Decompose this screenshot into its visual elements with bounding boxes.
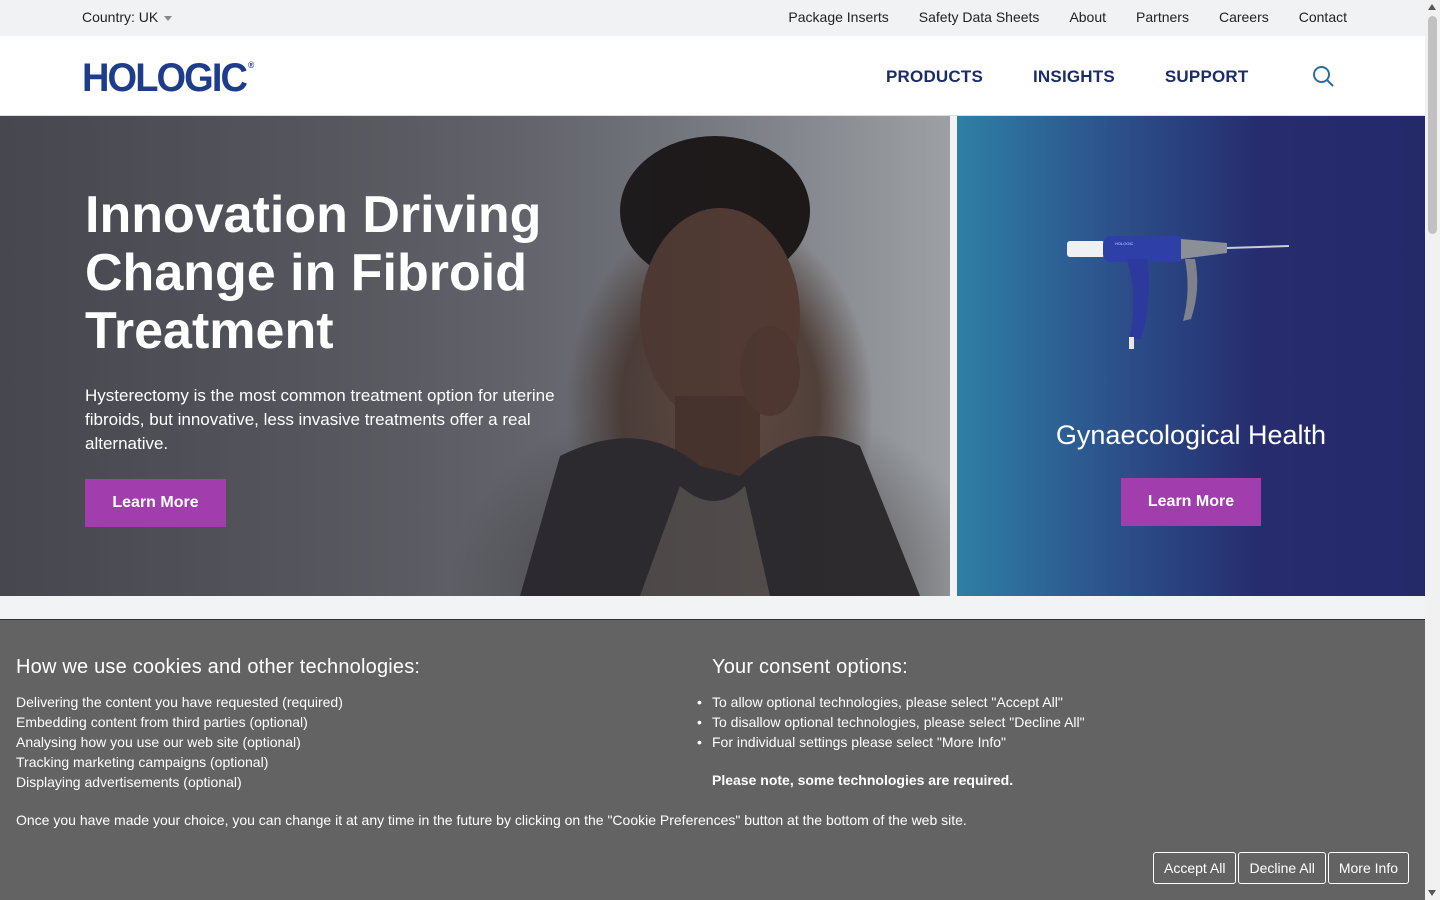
registered-mark: ® [247, 60, 255, 70]
cookie-options-column: Your consent options: To allow optional … [697, 656, 1372, 788]
link-contact[interactable]: Contact [1299, 9, 1347, 25]
cookie-required-note: Please note, some technologies are requi… [712, 772, 1014, 788]
accept-all-button[interactable]: Accept All [1153, 852, 1237, 884]
link-safety-data-sheets[interactable]: Safety Data Sheets [919, 9, 1040, 25]
hologic-logo[interactable]: HOLOGIC ® [82, 56, 255, 101]
link-careers[interactable]: Careers [1219, 9, 1269, 25]
hero-banner: Innovation Driving Change in Fibroid Tre… [0, 116, 950, 596]
cookie-actions: Accept All Decline All More Info [1153, 852, 1409, 884]
utility-links: Package Inserts Safety Data Sheets About… [758, 9, 1347, 25]
cookie-usage-item: Tracking marketing campaigns (optional) [16, 754, 269, 770]
scroll-up-arrow-icon[interactable] [1428, 4, 1436, 10]
more-info-button[interactable]: More Info [1327, 852, 1409, 884]
hero-title: Innovation Driving Change in Fibroid Tre… [85, 186, 542, 360]
main-header: HOLOGIC ® PRODUCTS INSIGHTS SUPPORT [0, 36, 1425, 116]
link-package-inserts[interactable]: Package Inserts [788, 9, 888, 25]
scrollbar-thumb[interactable] [1428, 16, 1437, 234]
cookie-options-list: To allow optional technologies, please s… [697, 692, 1372, 752]
nav-products[interactable]: PRODUCTS [886, 67, 983, 87]
main-nav: PRODUCTS INSIGHTS SUPPORT [886, 67, 1298, 87]
cookie-usage-item: Analysing how you use our web site (opti… [16, 734, 301, 750]
caret-down-icon [164, 15, 173, 21]
utility-bar: Country: UK Package Inserts Safety Data … [0, 0, 1425, 36]
cookie-usage-item: Displaying advertisements (optional) [16, 774, 242, 790]
link-about[interactable]: About [1069, 9, 1106, 25]
decline-all-button[interactable]: Decline All [1238, 852, 1326, 884]
cookie-usage-heading: How we use cookies and other technologie… [16, 656, 421, 678]
cookie-consent-banner: How we use cookies and other technologie… [0, 619, 1425, 900]
cookie-options-heading: Your consent options: [712, 656, 908, 678]
svg-text:HOLOGIC: HOLOGIC [1115, 241, 1134, 246]
page-scrollbar[interactable] [1425, 0, 1440, 900]
promo-learn-more-button[interactable]: Learn More [1121, 478, 1261, 526]
scroll-down-arrow-icon[interactable] [1428, 890, 1436, 896]
cookie-option-item: To allow optional technologies, please s… [697, 692, 1372, 712]
nav-support[interactable]: SUPPORT [1165, 67, 1249, 87]
hero-learn-more-button[interactable]: Learn More [85, 479, 226, 527]
promo-title: Gynaecological Health [1055, 420, 1327, 450]
cookie-usage-column: How we use cookies and other technologie… [16, 656, 676, 792]
link-partners[interactable]: Partners [1136, 9, 1189, 25]
logo-text: HOLOGIC [82, 56, 248, 100]
hero-subtitle: Hysterectomy is the most common treatmen… [85, 386, 555, 453]
cookie-usage-item: Embedding content from third parties (op… [16, 714, 308, 730]
cookie-preferences-text: Once you have made your choice, you can … [16, 812, 967, 828]
country-selector[interactable]: Country: UK [82, 9, 173, 25]
country-label: Country: UK [82, 9, 159, 25]
cookie-usage-item: Delivering the content you have requeste… [16, 694, 343, 710]
myosure-device-image: HOLOGIC [1067, 236, 1290, 349]
nav-insights[interactable]: INSIGHTS [1033, 67, 1115, 87]
promo-panel: HOLOGIC Gynaecological Health Learn More [957, 116, 1425, 596]
cookie-option-item: For individual settings please select "M… [697, 732, 1372, 752]
cookie-option-item: To disallow optional technologies, pleas… [697, 712, 1372, 732]
search-icon[interactable] [1312, 65, 1334, 87]
